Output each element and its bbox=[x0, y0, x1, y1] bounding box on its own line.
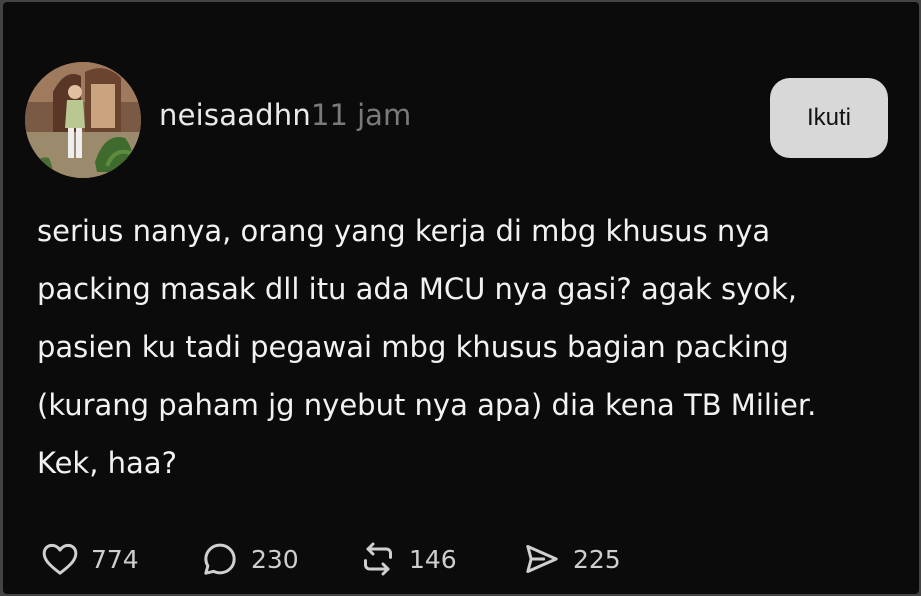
share-count: 225 bbox=[573, 544, 621, 574]
screenshot-frame: neisaadhn 11 jam Ikuti serius nanya, ora… bbox=[0, 0, 921, 596]
heart-icon bbox=[39, 538, 81, 580]
post-text-line: pasien ku tadi pegawai mbg khusus bagian… bbox=[37, 330, 789, 364]
repost-count: 146 bbox=[409, 544, 457, 574]
repost-icon bbox=[357, 538, 399, 580]
post-text-line: Kek, haa? bbox=[37, 446, 177, 480]
repost-button[interactable]: 146 bbox=[357, 538, 457, 580]
share-button[interactable]: 225 bbox=[521, 538, 621, 580]
like-count: 774 bbox=[91, 544, 139, 574]
post-text-line: packing masak dll itu ada MCU nya gasi? … bbox=[37, 272, 798, 306]
post-text: serius nanya, orang yang kerja di mbg kh… bbox=[37, 202, 877, 492]
post-time: 11 jam bbox=[311, 98, 412, 132]
like-button[interactable]: 774 bbox=[39, 538, 139, 580]
post-text-line: serius nanya, orang yang kerja di mbg kh… bbox=[37, 214, 771, 248]
send-icon bbox=[521, 538, 563, 580]
username[interactable]: neisaadhn bbox=[159, 98, 311, 132]
reply-count: 230 bbox=[251, 544, 299, 574]
reply-button[interactable]: 230 bbox=[199, 538, 299, 580]
thread-post: neisaadhn 11 jam Ikuti serius nanya, ora… bbox=[3, 2, 919, 594]
avatar[interactable] bbox=[25, 62, 141, 178]
speech-bubble-icon bbox=[199, 538, 241, 580]
follow-button[interactable]: Ikuti bbox=[770, 78, 888, 158]
post-text-line: (kurang paham jg nyebut nya apa) dia ken… bbox=[37, 388, 817, 422]
